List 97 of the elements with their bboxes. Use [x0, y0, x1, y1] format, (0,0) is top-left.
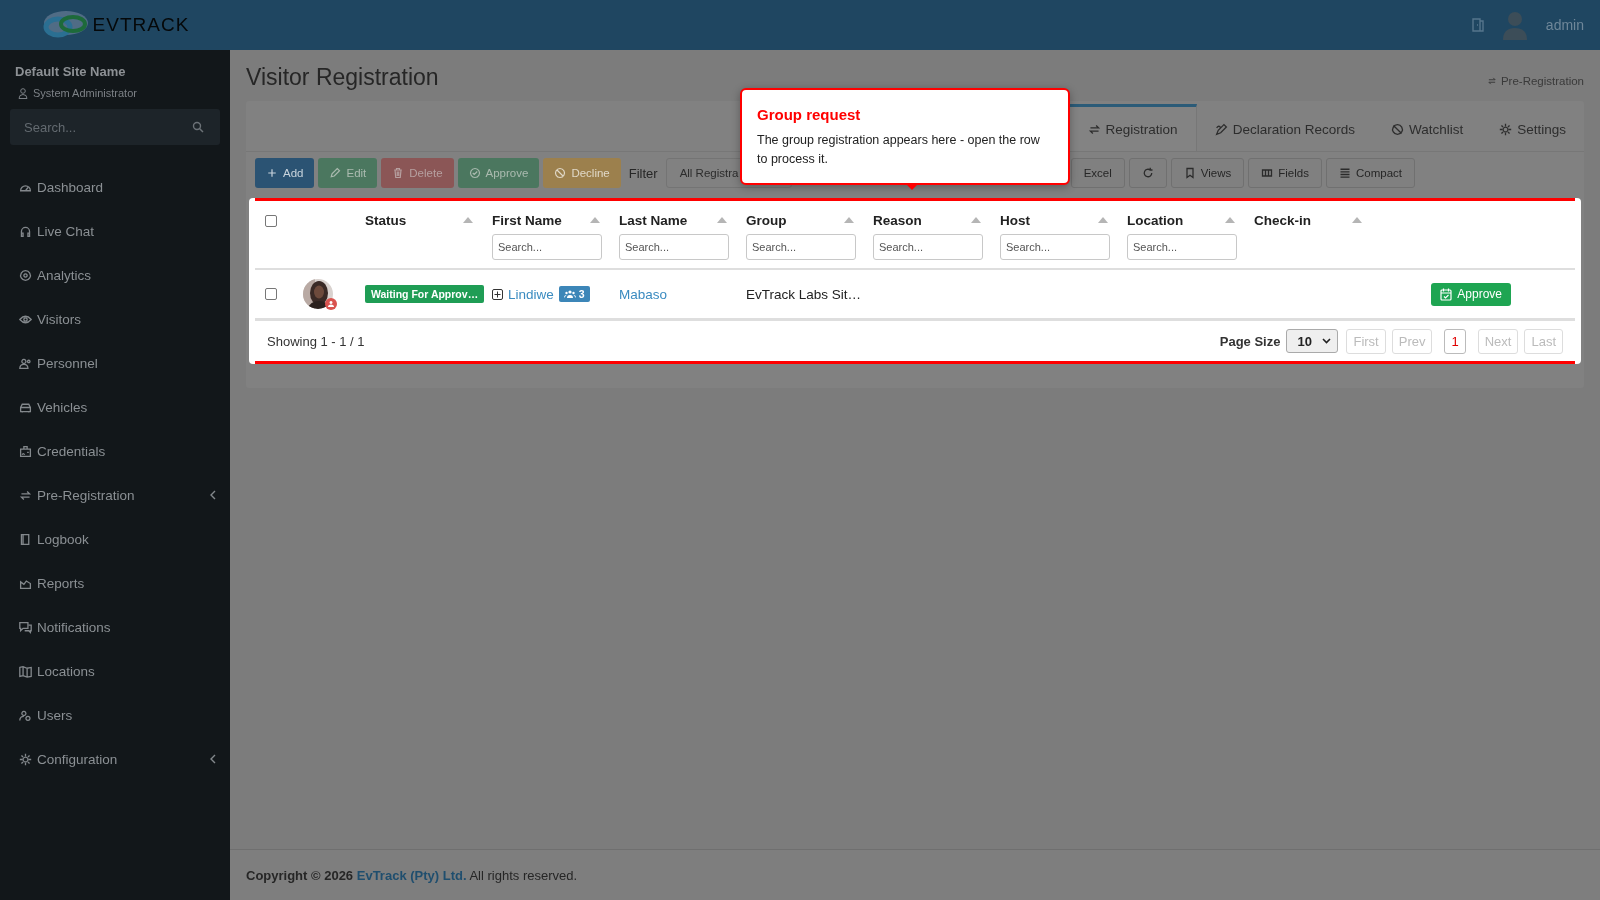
tab[interactable]: Declaration Records: [1196, 104, 1373, 151]
chevron-icon: [210, 490, 216, 500]
column-header[interactable]: Check-in: [1254, 212, 1311, 228]
map-icon: [19, 664, 32, 678]
sidebar-item[interactable]: Users: [10, 693, 220, 737]
sort-icon[interactable]: [717, 217, 727, 223]
copyright-text: Copyright © 2026 EvTrack (Pty) Ltd. All rights reserved.: [246, 867, 578, 883]
id-badge-icon: [19, 444, 32, 458]
sort-icon[interactable]: [1352, 217, 1362, 223]
toolbar-button[interactable]: Fields: [1248, 158, 1322, 188]
sidebar-item[interactable]: Reports: [10, 561, 220, 605]
sidebar-item[interactable]: Live Chat: [10, 209, 220, 253]
swap-arrows-icon: [1087, 122, 1101, 136]
column-filter-field[interactable]: Search...: [492, 234, 602, 260]
sidebar-item[interactable]: Pre-Registration: [10, 473, 220, 517]
swap-arrows-icon: [1485, 75, 1498, 86]
refresh-button[interactable]: [1128, 158, 1167, 188]
toolbar-button[interactable]: Views: [1170, 158, 1245, 188]
sort-icon[interactable]: [463, 217, 473, 223]
toolbar-button[interactable]: Excel: [1070, 158, 1125, 188]
tab[interactable]: Registration: [1068, 104, 1197, 151]
record-summary: Showing 1 - 1 / 1: [267, 333, 365, 349]
lines-icon: [1338, 167, 1351, 179]
sort-icon[interactable]: [1225, 217, 1235, 223]
column-filter-field[interactable]: Search...: [1000, 234, 1110, 260]
refresh-icon: [1141, 167, 1154, 179]
toolbar-button[interactable]: Compact: [1325, 158, 1415, 188]
sidebar-item[interactable]: Vehicles: [10, 385, 220, 429]
approve-button[interactable]: Approve: [1431, 282, 1511, 306]
pencil-icon: [329, 167, 342, 179]
column-filter-field[interactable]: Search...: [1127, 234, 1237, 260]
column-filter-field[interactable]: Search...: [619, 234, 729, 260]
column-header[interactable]: Group: [746, 212, 787, 228]
headset-icon: [19, 224, 32, 238]
sidebar-item[interactable]: Locations: [10, 649, 220, 693]
target-icon: [19, 268, 32, 282]
site-name: Default Site Name: [14, 64, 127, 79]
expand-icon[interactable]: [492, 288, 503, 300]
search-field[interactable]: Search...: [10, 109, 220, 145]
columns-icon: [1261, 167, 1274, 179]
tab[interactable]: Watchlist: [1372, 104, 1482, 151]
last-name-link[interactable]: Mabaso: [619, 286, 668, 302]
search-icon[interactable]: [192, 121, 204, 133]
calendar-check-icon: [1440, 287, 1453, 301]
breadcrumb-link[interactable]: Pre-Registration: [1485, 74, 1584, 87]
column-filter-field[interactable]: Search...: [873, 234, 983, 260]
group-count-badge: 3: [558, 286, 590, 302]
sort-icon[interactable]: [844, 217, 854, 223]
group-badge-icon: [325, 298, 337, 310]
logo-text: EVTRACK: [92, 14, 190, 36]
column-filter-field[interactable]: Search...: [746, 234, 856, 260]
group-icon: [563, 290, 576, 298]
sidebar-item[interactable]: Dashboard: [10, 165, 220, 209]
sidebar-item[interactable]: Personnel: [10, 341, 220, 385]
sidebar-item[interactable]: Logbook: [10, 517, 220, 561]
chat-icon: [19, 620, 32, 634]
filter-label: Filter: [628, 165, 658, 181]
page-title: Visitor Registration: [246, 64, 439, 91]
row-checkbox[interactable]: [265, 288, 277, 300]
sidebar-item[interactable]: Analytics: [10, 253, 220, 297]
bookmark-icon: [1183, 167, 1196, 179]
caret-icon: [1322, 338, 1332, 344]
user-role: System Administrator: [33, 87, 137, 99]
select-all-checkbox[interactable]: [265, 215, 277, 227]
user-avatar-icon: [1501, 10, 1528, 40]
blocked-icon: [554, 167, 567, 179]
chevron-icon: [210, 754, 216, 764]
sidebar-item[interactable]: Configuration: [10, 737, 220, 781]
column-header[interactable]: Last Name: [619, 212, 688, 228]
popover-title: Group request: [757, 106, 862, 123]
book-icon: [19, 532, 32, 546]
toolbar-button[interactable]: Add: [255, 158, 315, 188]
plus-icon: [266, 167, 278, 179]
swap-arrows-icon: [19, 488, 32, 502]
sidebar-item[interactable]: Credentials: [10, 429, 220, 473]
column-header[interactable]: First Name: [492, 212, 562, 228]
tab[interactable]: Settings: [1481, 104, 1584, 151]
sort-icon[interactable]: [590, 217, 600, 223]
pagination-button[interactable]: 1: [1444, 328, 1466, 354]
door-icon[interactable]: [1471, 18, 1484, 32]
first-name-link[interactable]: Lindiwe: [508, 286, 554, 302]
column-header[interactable]: Status: [365, 212, 407, 228]
pen-icon: [1214, 122, 1228, 136]
page-size-select[interactable]: 10: [1286, 329, 1339, 353]
person-icon: [19, 356, 32, 370]
sort-icon[interactable]: [971, 217, 981, 223]
column-header[interactable]: Location: [1127, 212, 1184, 228]
sidebar-item[interactable]: Notifications: [10, 605, 220, 649]
page-size-label: Page Size: [1219, 333, 1281, 349]
sidebar-item[interactable]: Visitors: [10, 297, 220, 341]
trash-icon: [392, 167, 405, 179]
column-header[interactable]: Host: [1000, 212, 1030, 228]
column-header[interactable]: Reason: [873, 212, 922, 228]
person-icon: [18, 87, 28, 99]
sort-icon[interactable]: [1098, 217, 1108, 223]
table-cell: EvTrack Labs Sit…: [746, 286, 862, 302]
status-badge: Waiting For Approv…: [365, 285, 485, 303]
